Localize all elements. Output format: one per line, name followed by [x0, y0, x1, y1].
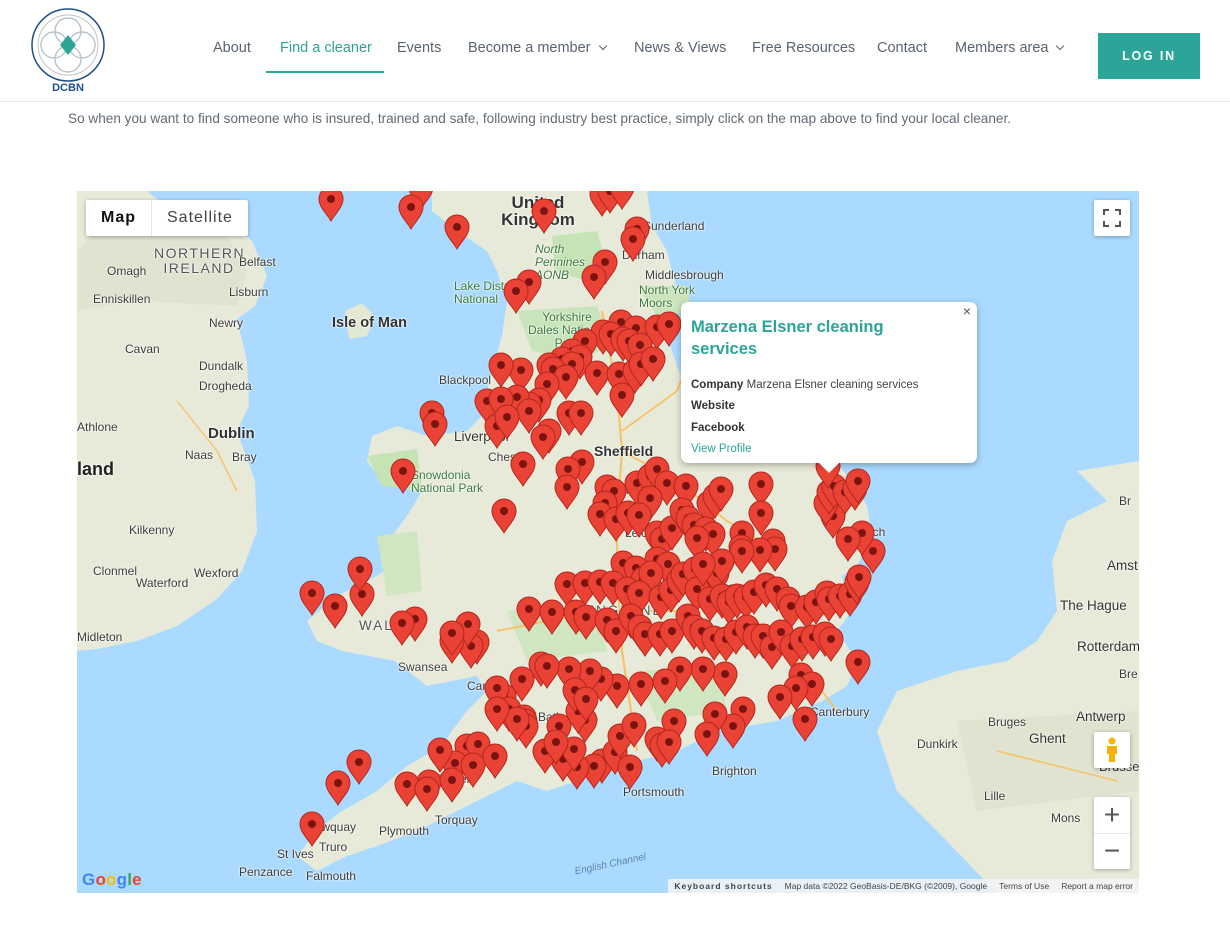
map-type-satellite-button[interactable]: Satellite — [151, 200, 248, 236]
map-pin-marker[interactable] — [729, 538, 755, 575]
login-button[interactable]: LOG IN — [1098, 33, 1200, 79]
report-map-error-link[interactable]: Report a map error — [1055, 881, 1139, 891]
map-pin-marker[interactable] — [584, 360, 610, 397]
map-pin-marker[interactable] — [652, 668, 678, 705]
map-pin-marker[interactable] — [325, 770, 351, 807]
info-company-value: Marzena Elsner cleaning services — [746, 379, 919, 391]
terms-of-use-link[interactable]: Terms of Use — [993, 881, 1055, 891]
map-pin-marker[interactable] — [422, 411, 448, 448]
map-pin-marker[interactable] — [460, 752, 486, 789]
nav-about[interactable]: About — [213, 40, 251, 56]
info-company-row: Company Marzena Elsner cleaning services — [691, 379, 919, 391]
cleaner-pins — [299, 191, 886, 848]
nav-news-views[interactable]: News & Views — [634, 40, 726, 56]
map-attribution: Keyboard shortcuts Map data ©2022 GeoBas… — [668, 879, 1139, 893]
pegman-icon — [1107, 737, 1117, 762]
info-window-title: Marzena Elsner cleaning services — [691, 318, 884, 358]
map-type-map-button[interactable]: Map — [86, 200, 151, 236]
google-logo[interactable]: Google — [82, 870, 142, 890]
map-pin-marker[interactable] — [503, 278, 529, 315]
map-pin-marker[interactable] — [510, 451, 536, 488]
nav-become-a-member[interactable]: Become a member — [468, 40, 607, 56]
map-pin-marker[interactable] — [554, 474, 580, 511]
logo-abbr: DCBN — [52, 82, 84, 94]
info-facebook-row[interactable]: Facebook — [691, 422, 745, 434]
nav-contact[interactable]: Contact — [877, 40, 927, 56]
nav-members-area[interactable]: Members area — [955, 40, 1065, 56]
cleaner-map[interactable]: United Kingdom NORTHERN IRELAND Isle of … — [77, 191, 1139, 893]
map-pin-marker[interactable] — [390, 458, 416, 495]
map-data-credit: Map data ©2022 GeoBasis-DE/BKG (©2009), … — [784, 881, 988, 891]
map-type-control: Map Satellite — [86, 200, 248, 236]
info-website-row[interactable]: Website — [691, 400, 735, 412]
map-pin-marker[interactable] — [573, 604, 599, 641]
map-pin-marker[interactable] — [488, 352, 514, 389]
map-pin-marker[interactable] — [620, 226, 646, 263]
chevron-down-icon — [1056, 41, 1065, 51]
map-pin-marker[interactable] — [694, 721, 720, 758]
keyboard-shortcuts-link[interactable]: Keyboard shortcuts — [668, 881, 778, 891]
map-pin-marker[interactable] — [318, 191, 344, 223]
map-pin-marker[interactable] — [322, 593, 348, 630]
map-pin-marker[interactable] — [792, 706, 818, 743]
map-pin-marker[interactable] — [581, 264, 607, 301]
zoom-in-button[interactable]: + — [1094, 797, 1130, 834]
fullscreen-button[interactable] — [1094, 200, 1130, 236]
map-pin-marker[interactable] — [539, 599, 565, 636]
chevron-down-icon — [598, 41, 607, 51]
map-pin-marker[interactable] — [845, 649, 871, 686]
map-pin-marker[interactable] — [439, 767, 465, 804]
map-pin-marker[interactable] — [398, 194, 424, 231]
map-pin-marker[interactable] — [491, 498, 517, 535]
fullscreen-icon — [1103, 209, 1121, 227]
nav-find-a-cleaner[interactable]: Find a cleaner — [280, 40, 372, 56]
map-pin-marker[interactable] — [516, 596, 542, 633]
close-icon[interactable]: × — [963, 303, 971, 319]
map-pin-marker[interactable] — [617, 754, 643, 791]
zoom-out-button[interactable]: − — [1094, 834, 1130, 870]
map-pin-marker[interactable] — [531, 198, 557, 235]
intro-text: So when you want to find someone who is … — [68, 111, 1012, 126]
dcbn-logo[interactable]: DCBN — [22, 5, 114, 95]
map-pin-marker[interactable] — [628, 671, 654, 708]
view-profile-link[interactable]: View Profile — [691, 443, 752, 455]
map-pin-marker[interactable] — [835, 526, 861, 563]
active-nav-underline — [266, 71, 384, 73]
street-view-button[interactable] — [1094, 732, 1130, 768]
map-pin-marker[interactable] — [346, 749, 372, 786]
map-pin-marker[interactable] — [389, 610, 415, 647]
info-window: × Marzena Elsner cleaning services Compa… — [681, 302, 977, 473]
map-pin-marker[interactable] — [530, 424, 556, 461]
map-pin-marker[interactable] — [299, 580, 325, 617]
map-pin-marker[interactable] — [818, 626, 844, 663]
nav-free-resources[interactable]: Free Resources — [752, 40, 855, 56]
site-header: DCBN About Find a cleaner Events Become … — [0, 0, 1230, 102]
map-pin-marker[interactable] — [712, 661, 738, 698]
zoom-control: + − — [1094, 797, 1130, 869]
info-company-label: Company — [691, 379, 744, 391]
map-pin-marker[interactable] — [414, 776, 440, 813]
map-pin-marker[interactable] — [299, 811, 325, 848]
nav-events[interactable]: Events — [397, 40, 441, 56]
map-pin-marker[interactable] — [690, 656, 716, 693]
map-pin-marker[interactable] — [767, 684, 793, 721]
map-pin-marker[interactable] — [444, 214, 470, 251]
map-pin-marker[interactable] — [609, 382, 635, 419]
map-pin-marker[interactable] — [482, 743, 508, 780]
